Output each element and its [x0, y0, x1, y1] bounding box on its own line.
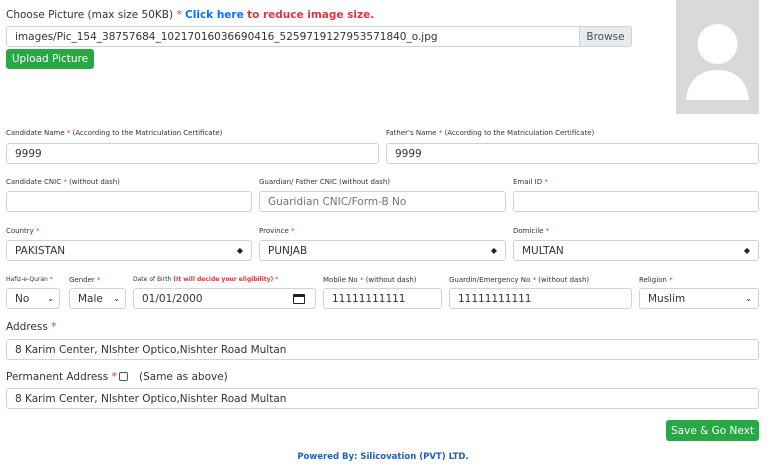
permanent-address-label: Permanent Address *: [6, 371, 117, 383]
father-name-label: Father's Name * (According to the Matric…: [386, 129, 595, 137]
avatar: [676, 0, 759, 114]
candidate-cnic-label: Candidate CNIC * (without dash): [6, 178, 120, 186]
dob-input[interactable]: 01/01/2000: [133, 288, 316, 309]
updown-arrow-icon: ◆: [743, 246, 750, 255]
province-label: Province *: [259, 227, 295, 235]
candidate-name-input[interactable]: 9999: [6, 143, 379, 164]
gender-select[interactable]: Male ⌄: [69, 288, 126, 309]
chevron-down-icon: ⌄: [47, 294, 54, 303]
permanent-address-input[interactable]: 8 Karim Center, NIshter Optico,Nishter R…: [6, 388, 759, 409]
picture-label: Choose Picture (max size 50KB) * Click h…: [6, 9, 375, 21]
province-select[interactable]: PUNJAB ◆: [259, 240, 506, 261]
domicile-label: Domicile *: [513, 227, 550, 235]
same-as-above-label: (Same as above): [139, 371, 228, 383]
calendar-icon[interactable]: [293, 294, 305, 304]
address-input[interactable]: 8 Karim Center, NIshter Optico,Nishter R…: [6, 339, 759, 360]
footer-powered-by: Powered By: Silicovation (PVT) LTD.: [297, 452, 469, 462]
domicile-select[interactable]: MULTAN ◆: [513, 240, 759, 261]
picture-file-input[interactable]: images/Pic_154_38757684_1021701603669041…: [6, 26, 632, 47]
hafiz-label: Hafiz-e-Quran *: [6, 276, 53, 283]
hafiz-select[interactable]: No ⌄: [6, 288, 60, 309]
religion-select[interactable]: Muslim ⌄: [639, 288, 759, 309]
candidate-name-label: Candidate Name * (According to the Matri…: [6, 129, 223, 137]
guardian-cnic-label: Guardian/ Father CNIC (without dash): [259, 178, 390, 186]
address-label: Address *: [6, 321, 57, 333]
updown-arrow-icon: ◆: [236, 246, 243, 255]
updown-arrow-icon: ◆: [490, 246, 497, 255]
dob-label: Date of Birth (It will decide your eligi…: [133, 276, 279, 283]
guardian-mobile-label: Guardin/Emergency No * (without dash): [449, 276, 590, 284]
save-next-button[interactable]: Save & Go Next: [666, 420, 759, 441]
religion-label: Religion *: [639, 276, 673, 284]
email-input[interactable]: [513, 191, 759, 212]
email-label: Email ID *: [513, 178, 548, 186]
candidate-cnic-input[interactable]: [6, 191, 252, 212]
browse-button[interactable]: Browse: [579, 27, 631, 46]
avatar-placeholder-icon: [686, 24, 749, 100]
father-name-input[interactable]: 9999: [386, 143, 759, 164]
country-select[interactable]: PAKISTAN ◆: [6, 240, 252, 261]
country-label: Country *: [6, 227, 40, 235]
chevron-down-icon: ⌄: [113, 294, 120, 303]
guardian-mobile-input[interactable]: 11111111111: [449, 288, 632, 309]
same-as-above-checkbox[interactable]: [119, 372, 128, 381]
gender-label: Gender *: [69, 276, 101, 284]
chevron-down-icon: ⌄: [745, 294, 752, 303]
guardian-cnic-input[interactable]: Guaridian CNIC/Form-B No: [259, 191, 506, 212]
reduce-image-link[interactable]: Click here: [185, 9, 244, 21]
upload-picture-button[interactable]: Upload Picture: [6, 49, 94, 69]
mobile-input[interactable]: 11111111111: [323, 288, 442, 309]
mobile-label: Mobile No * (without dash): [323, 276, 417, 284]
